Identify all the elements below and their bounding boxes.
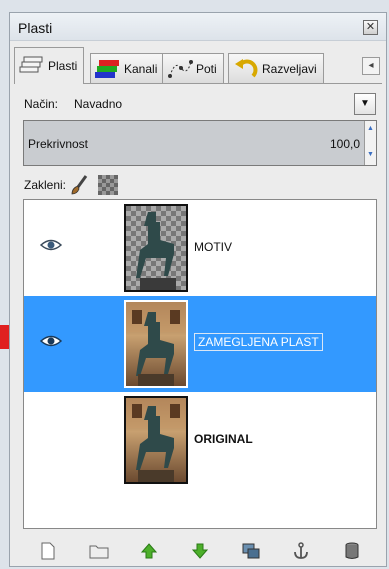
mode-row: Način: Navadno ▼ — [24, 93, 376, 115]
tab-label: Plasti — [48, 59, 78, 73]
lock-pixels-brush-icon[interactable] — [70, 175, 88, 195]
tab-menu-button[interactable]: ◂ — [362, 57, 380, 75]
raise-layer-icon — [141, 543, 158, 559]
paths-icon — [168, 59, 193, 78]
mode-dropdown-button[interactable]: ▼ — [354, 93, 376, 115]
layer-list: MOTIV ZAMEGLJENA PLAST ORIGINAL — [23, 199, 377, 529]
tab-plasti[interactable]: Plasti — [14, 47, 85, 84]
layer-row-original[interactable]: ORIGINAL — [24, 392, 376, 488]
layer-name[interactable]: ORIGINAL — [194, 432, 253, 446]
lock-label: Zakleni: — [24, 178, 67, 192]
channels-icon — [95, 59, 119, 78]
layer-name-edit-field[interactable]: ZAMEGLJENA PLAST — [194, 333, 323, 351]
new-layer-group-icon — [89, 545, 109, 559]
layer-toolbar — [23, 538, 377, 564]
layer-thumbnail — [124, 204, 188, 292]
undo-icon — [235, 58, 258, 77]
lower-layer-button[interactable] — [188, 540, 212, 562]
delete-layer-icon — [345, 542, 359, 559]
duplicate-layer-icon — [242, 543, 260, 559]
tab-label: Poti — [196, 61, 217, 76]
statue-photo-thumbnail-icon — [126, 398, 186, 482]
anchor-layer-icon — [294, 542, 308, 559]
tab-bar: Plasti Kanali Poti Razveljavi ◂ — [14, 47, 382, 84]
lock-row: Zakleni: — [24, 174, 119, 196]
new-layer-icon — [41, 542, 55, 560]
tab-poti[interactable]: Poti — [162, 53, 224, 83]
tab-razveljavi[interactable]: Razveljavi — [228, 53, 324, 83]
tab-label: Razveljavi — [262, 61, 317, 76]
layer-row-zamegljena-plast[interactable]: ZAMEGLJENA PLAST — [24, 296, 376, 392]
layer-thumbnail — [124, 396, 188, 484]
new-layer-group-button[interactable] — [87, 540, 111, 562]
opacity-spinner[interactable]: ▲ ▼ — [364, 121, 376, 165]
raise-layer-button[interactable] — [137, 540, 161, 562]
layers-dialog: Plasti ✕ Plasti Kanali Poti Razveljavi ◂… — [9, 12, 387, 567]
mode-label: Način: — [24, 97, 59, 111]
anchor-layer-button[interactable] — [289, 540, 313, 562]
lock-alpha-icon[interactable] — [98, 175, 119, 195]
lower-layer-icon — [191, 543, 208, 559]
close-button[interactable]: ✕ — [363, 20, 378, 35]
opacity-slider[interactable]: Prekrivnost 100,0 ▲ ▼ — [23, 120, 377, 166]
dialog-title: Plasti — [18, 20, 53, 36]
tab-kanali[interactable]: Kanali — [90, 53, 165, 83]
new-layer-button[interactable] — [36, 540, 60, 562]
opacity-label: Prekrivnost — [28, 137, 89, 151]
delete-layer-button[interactable] — [340, 540, 364, 562]
spin-up-icon[interactable]: ▲ — [365, 125, 376, 132]
duplicate-layer-button[interactable] — [239, 540, 263, 562]
titlebar: Plasti ✕ — [10, 13, 386, 41]
opacity-value[interactable]: 100,0 — [330, 137, 360, 151]
statue-photo-thumbnail-icon — [126, 302, 186, 386]
layer-row-motiv[interactable]: MOTIV — [24, 200, 376, 296]
layer-name[interactable]: MOTIV — [194, 240, 232, 254]
tab-label: Kanali — [124, 61, 158, 76]
visibility-eye-icon[interactable] — [40, 238, 62, 252]
layer-thumbnail — [124, 300, 188, 388]
spin-down-icon[interactable]: ▼ — [365, 151, 376, 158]
mode-select[interactable]: Navadno — [74, 97, 122, 111]
statue-thumbnail-icon — [136, 212, 176, 290]
layers-icon — [19, 56, 43, 73]
visibility-eye-icon[interactable] — [40, 334, 62, 348]
